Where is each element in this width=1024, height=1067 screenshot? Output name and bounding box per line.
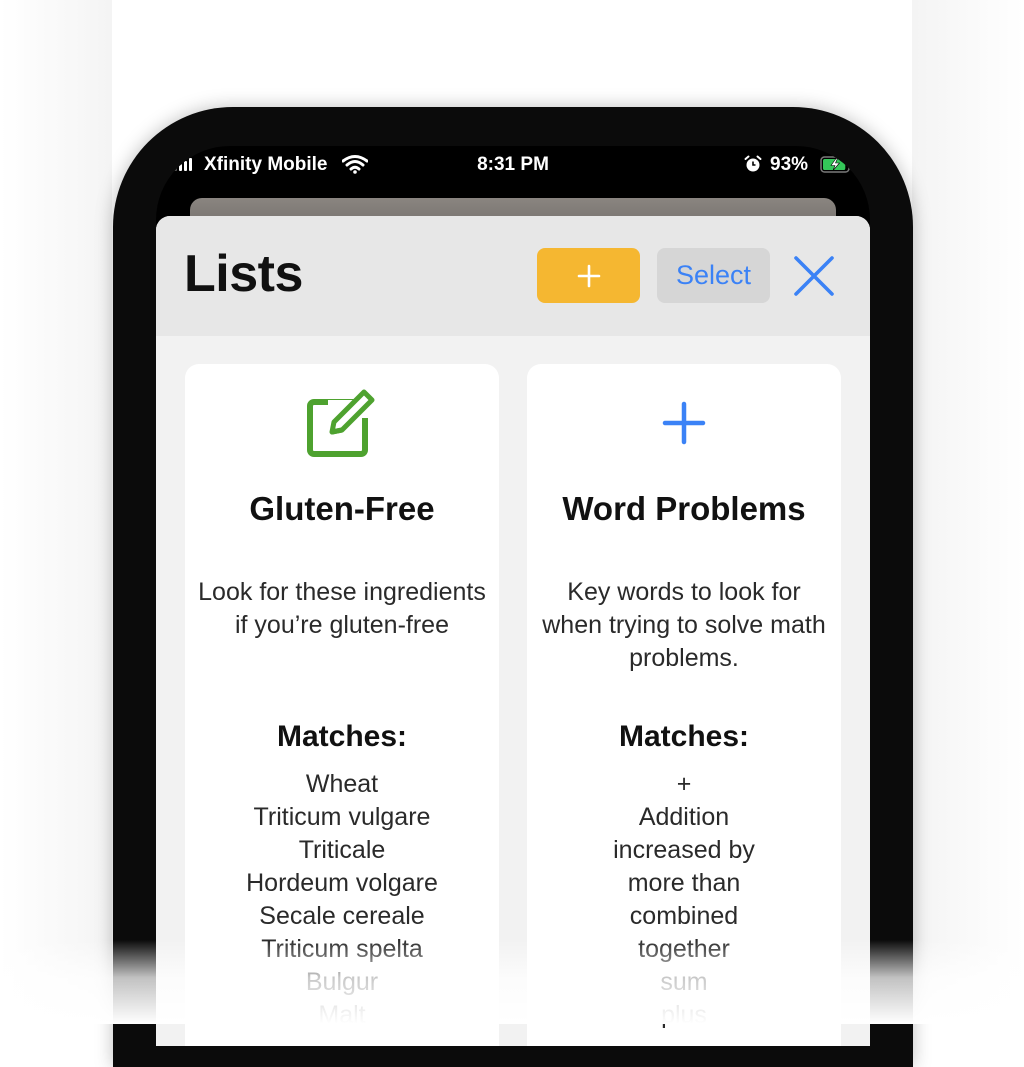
match-item: + <box>676 770 692 798</box>
match-item: Wheat <box>305 770 379 798</box>
match-item: Triticum spelta <box>261 935 423 963</box>
match-item: together <box>638 935 730 963</box>
sheet-header: Lists Select <box>156 216 870 336</box>
match-item: Triticum vulgare <box>253 803 431 831</box>
match-item: increased by <box>613 836 755 864</box>
match-item: more than <box>627 869 741 897</box>
match-item: plus <box>661 1001 707 1029</box>
match-item: combined <box>629 902 739 930</box>
match-item: Hordeum volgare <box>246 869 438 897</box>
match-list: + Addition increased by more than combin… <box>527 768 841 1032</box>
close-button[interactable] <box>790 252 838 300</box>
matches-heading: Matches: <box>618 720 750 753</box>
status-bar: Xfinity Mobile 8:31 PM 93% <box>156 146 870 186</box>
list-description: Key words to look for when trying to sol… <box>542 578 826 672</box>
list-title: Word Problems <box>562 490 806 527</box>
alarm-icon <box>744 155 762 172</box>
match-item: Addition <box>638 803 730 831</box>
match-item: Secale cereale <box>259 902 425 930</box>
background-right <box>912 0 1024 1024</box>
page-title: Lists <box>184 245 303 303</box>
status-time: 8:31 PM <box>477 154 549 175</box>
edit-icon[interactable] <box>302 384 382 464</box>
list-title: Gluten-Free <box>249 490 435 527</box>
plus-icon[interactable] <box>644 384 724 464</box>
match-item: Bulgur <box>305 968 379 996</box>
list-description: Look for these ingredients if you’re glu… <box>198 578 486 639</box>
match-item: Malt <box>318 1001 366 1029</box>
match-item: sum <box>660 968 708 996</box>
phone-screen: Xfinity Mobile 8:31 PM 93% Lists Select … <box>156 146 870 1046</box>
close-icon <box>794 256 834 296</box>
list-card-gluten-free[interactable]: Gluten-Free Look for these ingredients i… <box>185 364 499 1046</box>
matches-heading: Matches: <box>276 720 408 753</box>
lists-sheet: Lists Select Gluten-Free Look for these … <box>156 216 870 1046</box>
match-item: Triticale <box>298 836 386 864</box>
battery-charging-icon <box>820 156 853 173</box>
select-button[interactable]: Select <box>657 248 770 303</box>
add-list-button[interactable] <box>537 248 640 303</box>
plus-icon <box>577 264 600 287</box>
background-left <box>0 0 112 1024</box>
battery-percent: 93% <box>770 154 809 175</box>
list-card-word-problems[interactable]: Word Problems Key words to look for when… <box>527 364 841 1046</box>
match-list: Wheat Triticum vulgare Triticale Hordeum… <box>185 768 499 1032</box>
